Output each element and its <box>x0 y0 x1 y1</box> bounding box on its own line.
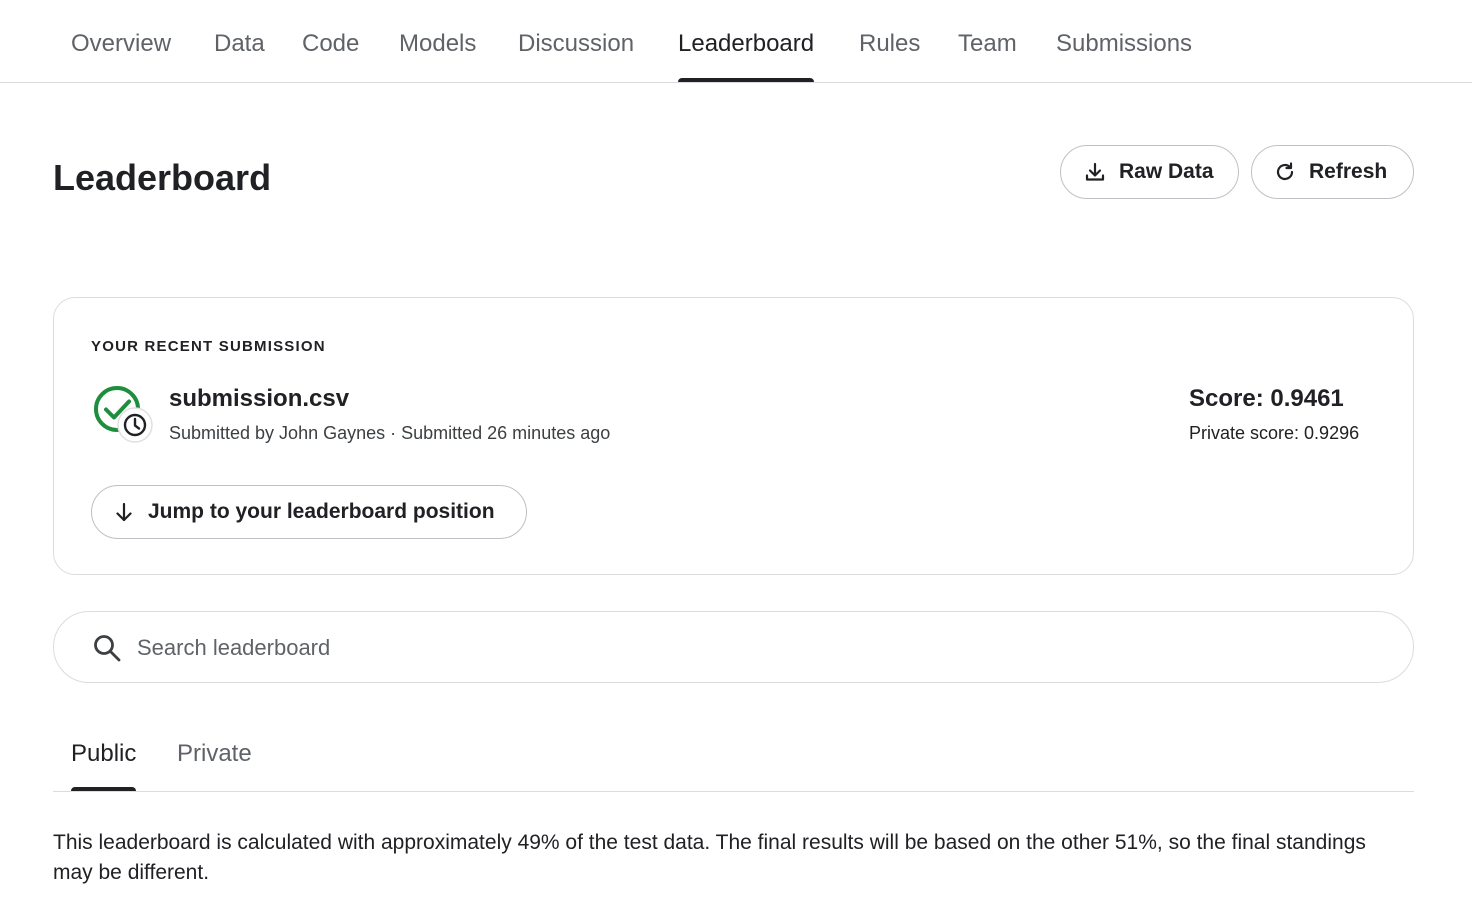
refresh-label: Refresh <box>1309 160 1388 183</box>
search-icon <box>92 633 122 663</box>
tab-rules[interactable]: Rules <box>859 30 920 82</box>
tab-private[interactable]: Private <box>177 740 252 791</box>
raw-data-button[interactable]: Raw Data <box>1060 145 1239 199</box>
tab-models[interactable]: Models <box>399 30 476 82</box>
leaderboard-note: This leaderboard is calculated with appr… <box>53 831 1366 884</box>
search-bar[interactable] <box>53 611 1414 683</box>
search-input[interactable] <box>137 630 1337 666</box>
leaderboard-tabs: Public Private <box>53 735 1414 792</box>
tab-discussion[interactable]: Discussion <box>518 30 634 82</box>
refresh-icon <box>1273 160 1297 184</box>
private-score: Private score: 0.9296 <box>1189 423 1360 443</box>
tab-leaderboard[interactable]: Leaderboard <box>678 30 815 82</box>
section-label: YOUR RECENT SUBMISSION <box>91 338 326 355</box>
check-clock-icon <box>94 386 156 446</box>
tab-public[interactable]: Public <box>71 740 137 791</box>
download-icon <box>1083 160 1107 184</box>
jump-to-position-button[interactable]: Jump to your leaderboard position <box>91 485 527 539</box>
page-title: Leaderboard <box>53 157 272 198</box>
tab-team[interactable]: Team <box>958 30 1017 82</box>
public-score: Score: 0.9461 <box>1189 385 1344 412</box>
recent-submission-card: YOUR RECENT SUBMISSION submission.csv Su… <box>53 297 1414 575</box>
submission-file-name[interactable]: submission.csv <box>169 385 349 413</box>
refresh-button[interactable]: Refresh <box>1251 145 1414 199</box>
arrow-down-icon <box>112 500 136 524</box>
tab-code[interactable]: Code <box>302 30 359 82</box>
tab-submissions[interactable]: Submissions <box>1056 30 1192 82</box>
submission-meta: Submitted by John Gaynes · Submitted 26 … <box>169 423 611 443</box>
jump-label: Jump to your leaderboard position <box>148 500 495 523</box>
raw-data-label: Raw Data <box>1119 160 1214 183</box>
competition-nav: Overview Data Code Models Discussion Lea… <box>0 0 1472 83</box>
tab-data[interactable]: Data <box>214 30 265 82</box>
tab-overview[interactable]: Overview <box>71 30 171 82</box>
